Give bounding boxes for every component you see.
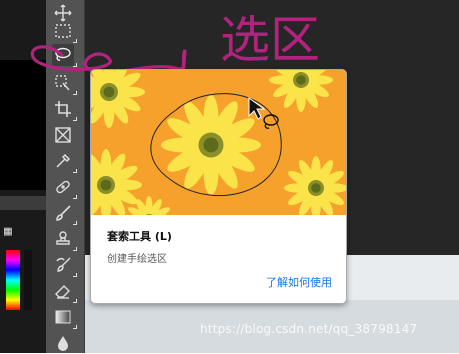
learn-how-link[interactable]: 了解如何使用: [266, 274, 332, 290]
annotation-text: 选区: [220, 11, 320, 69]
tooltip-title: 套索工具 (L): [107, 230, 172, 243]
watermark-text: https://blog.csdn.net/qq_38798147: [200, 322, 418, 336]
tooltip-preview-image: [91, 70, 346, 215]
tooltip-description: 创建手绘选区: [107, 254, 167, 265]
flower-illustration: [91, 70, 346, 215]
tool-tooltip: 套索工具 (L) 创建手绘选区 了解如何使用: [90, 69, 347, 304]
